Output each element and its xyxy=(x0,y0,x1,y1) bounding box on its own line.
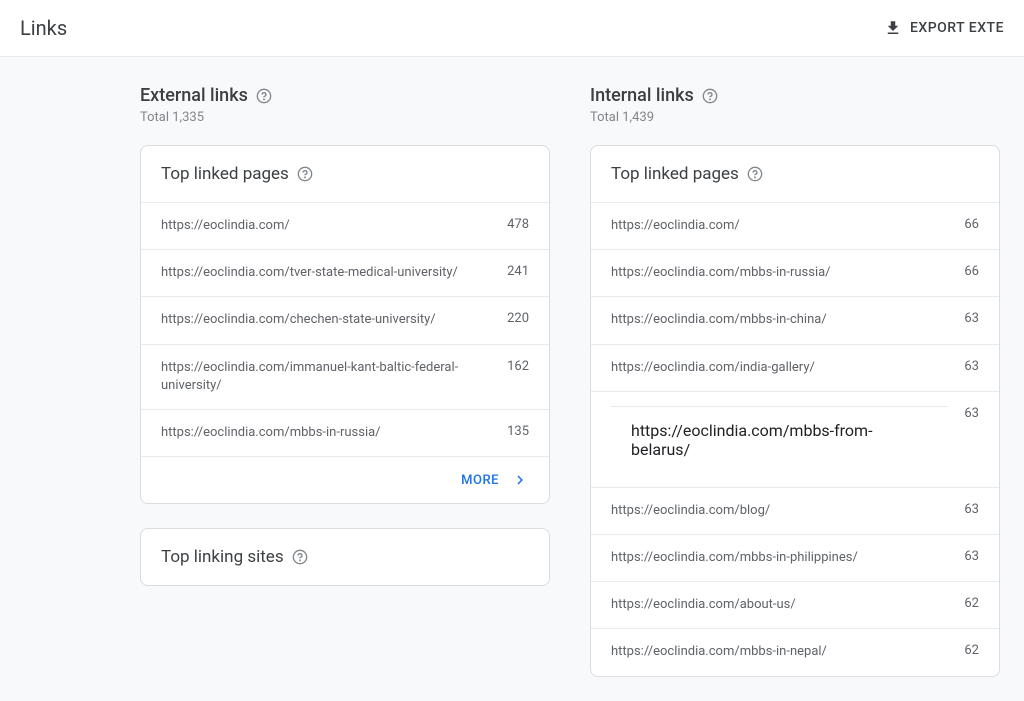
row-url: https://eoclindia.com/blog/ xyxy=(611,502,770,520)
content-area: External links Total 1,335 Top linked pa… xyxy=(0,57,1024,701)
help-icon[interactable] xyxy=(256,88,272,104)
card-header: Top linking sites xyxy=(141,529,549,585)
row-url: https://eoclindia.com/chechen-state-univ… xyxy=(161,311,436,329)
row-count: 63 xyxy=(964,359,979,374)
table-row[interactable]: https://eoclindia.com/chechen-state-univ… xyxy=(141,296,549,343)
external-section-header: External links xyxy=(140,85,550,106)
row-count: 66 xyxy=(964,217,979,232)
table-row[interactable]: https://eoclindia.com/immanuel-kant-balt… xyxy=(141,344,549,409)
row-url: https://eoclindia.com/ xyxy=(611,217,740,235)
internal-total: Total 1,439 xyxy=(590,110,1000,125)
external-links-column: External links Total 1,335 Top linked pa… xyxy=(140,85,550,701)
table-row[interactable]: https://eoclindia.com/ 66 xyxy=(591,202,999,249)
chevron-right-icon xyxy=(511,471,529,489)
row-count: 220 xyxy=(507,311,529,326)
export-label: EXPORT EXTE xyxy=(910,20,1004,36)
card-title: Top linking sites xyxy=(161,547,284,567)
help-icon[interactable] xyxy=(702,88,718,104)
row-url: https://eoclindia.com/tver-state-medical… xyxy=(161,264,458,282)
row-url: https://eoclindia.com/mbbs-in-nepal/ xyxy=(611,643,827,661)
more-label: MORE xyxy=(461,473,499,488)
row-url: https://eoclindia.com/mbbs-in-china/ xyxy=(611,311,827,329)
external-title: External links xyxy=(140,85,248,106)
table-row[interactable]: https://eoclindia.com/ 478 xyxy=(141,202,549,249)
card-title: Top linked pages xyxy=(161,164,289,184)
internal-links-column: Internal links Total 1,439 Top linked pa… xyxy=(590,85,1000,701)
table-row[interactable]: https://eoclindia.com/tver-state-medical… xyxy=(141,249,549,296)
row-count: 62 xyxy=(964,643,979,658)
table-row[interactable]: https://eoclindia.com/mbbs-in-russia/ 66 xyxy=(591,249,999,296)
row-count: 63 xyxy=(964,406,979,421)
table-row[interactable]: https://eoclindia.com/blog/ 63 xyxy=(591,487,999,534)
table-row[interactable]: https://eoclindia.com/mbbs-in-nepal/ 62 xyxy=(591,628,999,675)
row-url: https://eoclindia.com/about-us/ xyxy=(611,596,796,614)
row-count: 63 xyxy=(964,502,979,517)
row-url: https://eoclindia.com/mbbs-in-russia/ xyxy=(611,264,831,282)
row-url: https://eoclindia.com/immanuel-kant-balt… xyxy=(161,359,461,395)
row-url: https://eoclindia.com/india-gallery/ xyxy=(611,359,815,377)
external-total: Total 1,335 xyxy=(140,110,550,125)
row-count: 63 xyxy=(964,311,979,326)
card-header: Top linked pages xyxy=(591,146,999,202)
row-count: 241 xyxy=(507,264,529,279)
external-top-linked-pages-card: Top linked pages https://eoclindia.com/ … xyxy=(140,145,550,504)
row-url: https://eoclindia.com/mbbs-in-russia/ xyxy=(161,424,381,442)
table-row[interactable]: https://eoclindia.com/mbbs-from-belarus/… xyxy=(591,391,999,487)
internal-section-header: Internal links xyxy=(590,85,1000,106)
internal-title: Internal links xyxy=(590,85,694,106)
table-row[interactable]: https://eoclindia.com/mbbs-in-china/ 63 xyxy=(591,296,999,343)
external-top-linking-sites-card: Top linking sites xyxy=(140,528,550,586)
table-row[interactable]: https://eoclindia.com/mbbs-in-philippine… xyxy=(591,534,999,581)
table-row[interactable]: https://eoclindia.com/india-gallery/ 63 xyxy=(591,344,999,391)
help-icon[interactable] xyxy=(747,166,763,182)
row-url: https://eoclindia.com/mbbs-from-belarus/ xyxy=(611,406,948,473)
table-row[interactable]: https://eoclindia.com/about-us/ 62 xyxy=(591,581,999,628)
row-count: 135 xyxy=(507,424,529,439)
internal-top-linked-pages-card: Top linked pages https://eoclindia.com/ … xyxy=(590,145,1000,677)
table-row[interactable]: https://eoclindia.com/mbbs-in-russia/ 13… xyxy=(141,409,549,456)
row-url: https://eoclindia.com/ xyxy=(161,217,290,235)
page-header: Links EXPORT EXTE xyxy=(0,0,1024,57)
row-count: 63 xyxy=(964,549,979,564)
help-icon[interactable] xyxy=(297,166,313,182)
row-count: 162 xyxy=(507,359,529,374)
card-header: Top linked pages xyxy=(141,146,549,202)
download-icon xyxy=(884,19,902,37)
row-count: 478 xyxy=(507,217,529,232)
help-icon[interactable] xyxy=(292,549,308,565)
page-title: Links xyxy=(20,16,67,40)
export-button[interactable]: EXPORT EXTE xyxy=(884,19,1004,37)
row-count: 62 xyxy=(964,596,979,611)
row-url: https://eoclindia.com/mbbs-in-philippine… xyxy=(611,549,858,567)
card-title: Top linked pages xyxy=(611,164,739,184)
more-button[interactable]: MORE xyxy=(141,456,549,503)
row-count: 66 xyxy=(964,264,979,279)
